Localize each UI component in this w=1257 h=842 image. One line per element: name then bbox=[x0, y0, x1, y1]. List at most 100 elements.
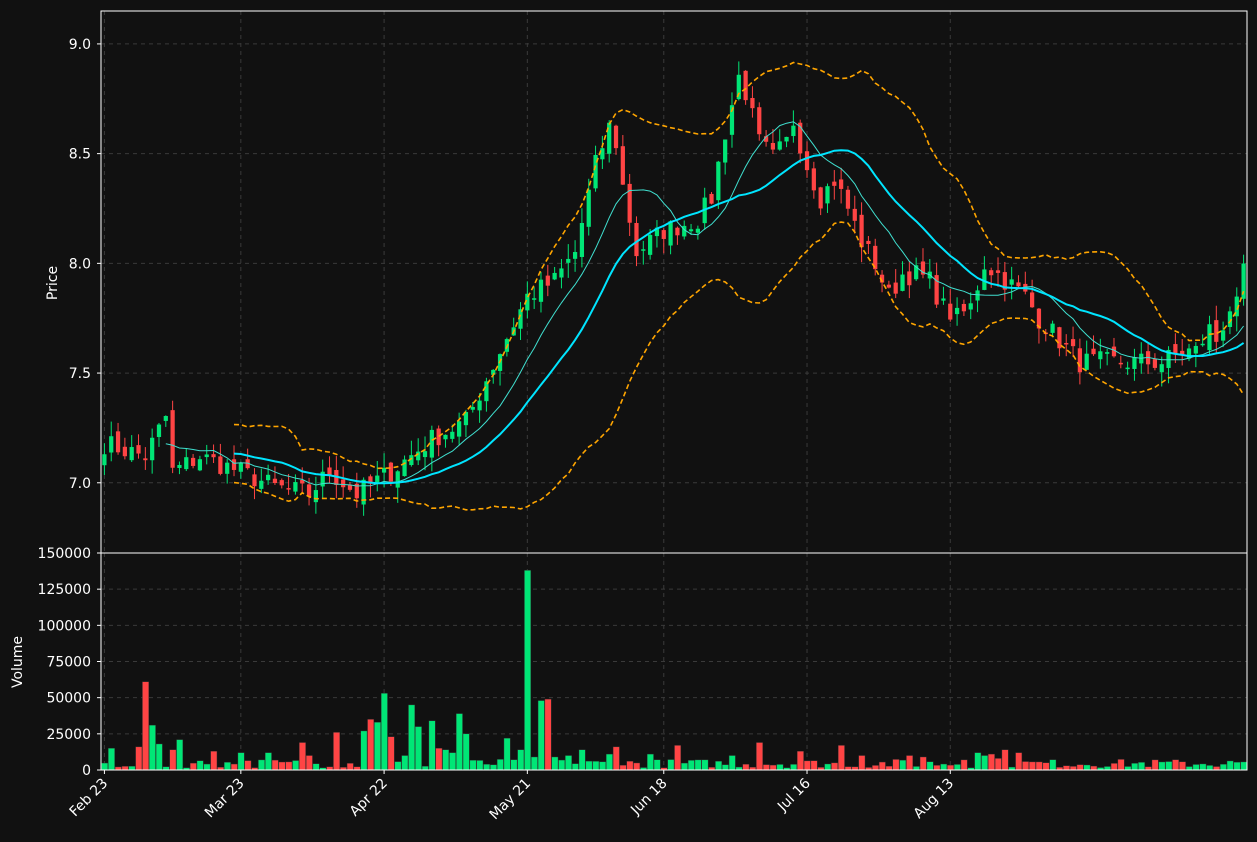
volume-bar bbox=[926, 761, 934, 771]
candle-body bbox=[532, 298, 537, 300]
volume-bar bbox=[203, 763, 211, 771]
volume-bar bbox=[456, 713, 463, 771]
candle-body bbox=[252, 474, 257, 487]
candle-body bbox=[184, 457, 189, 470]
candle-body bbox=[115, 431, 121, 453]
volume-bar bbox=[346, 763, 354, 771]
volume-bar bbox=[380, 693, 388, 771]
candle-body bbox=[450, 431, 455, 439]
candle-body bbox=[688, 229, 694, 232]
candle-body bbox=[859, 214, 864, 248]
volume-bar bbox=[244, 760, 252, 771]
candle-body bbox=[204, 454, 209, 458]
candlestick-chart: 7.0 7.5 8.0 8.5 9.0 0 25000 50000 75000 100000 12… bbox=[0, 0, 1257, 842]
volume-bar bbox=[128, 766, 136, 771]
volume-bar bbox=[906, 755, 913, 771]
volume-bar bbox=[333, 732, 340, 771]
volume-bar bbox=[940, 763, 948, 771]
candle-body bbox=[757, 107, 762, 135]
candle-body bbox=[1077, 348, 1082, 373]
volume-bar bbox=[933, 765, 941, 771]
candle-body bbox=[286, 488, 291, 490]
candle-body bbox=[143, 458, 148, 461]
volume-bar bbox=[1029, 761, 1036, 771]
candle bbox=[170, 400, 175, 474]
candle-body bbox=[845, 189, 851, 209]
volume-bar bbox=[1001, 749, 1009, 771]
volume-bar bbox=[537, 700, 545, 771]
volume-bar bbox=[374, 722, 381, 771]
candle-body bbox=[422, 451, 428, 458]
volume-bar bbox=[810, 760, 818, 771]
candle-body bbox=[156, 424, 162, 437]
candle-body bbox=[600, 148, 605, 160]
candle-body bbox=[231, 459, 237, 470]
volume-bar bbox=[469, 760, 477, 771]
volume-bar bbox=[988, 753, 995, 771]
candle-body bbox=[709, 193, 714, 204]
volume-bar bbox=[476, 760, 484, 771]
volume-bar bbox=[858, 755, 866, 771]
volume-bar bbox=[442, 749, 450, 771]
candle-body bbox=[579, 223, 585, 257]
volume-tick-label: 0 bbox=[82, 763, 91, 779]
candle-body bbox=[1057, 327, 1062, 349]
candle-body bbox=[907, 271, 912, 286]
price-tick-label: 7.5 bbox=[69, 366, 91, 382]
candle-body bbox=[1050, 323, 1055, 333]
volume-bar bbox=[1199, 763, 1207, 771]
volume-bar bbox=[1233, 762, 1241, 771]
volume-bar bbox=[1131, 763, 1139, 771]
volume-bar bbox=[803, 760, 811, 771]
volume-bar bbox=[599, 761, 606, 771]
volume-bar bbox=[503, 737, 511, 771]
volume-bar bbox=[367, 719, 375, 771]
candle-body bbox=[559, 268, 564, 278]
candle-body bbox=[886, 284, 891, 288]
volume-bar bbox=[633, 762, 641, 771]
candle-body bbox=[1207, 324, 1212, 351]
candle-body bbox=[804, 151, 810, 171]
volume-bar bbox=[1049, 759, 1057, 771]
candle-body bbox=[975, 290, 980, 301]
volume-bar bbox=[1165, 761, 1173, 771]
candle-body bbox=[109, 436, 114, 453]
volume-bar bbox=[899, 759, 907, 771]
volume-bar bbox=[947, 764, 954, 771]
candle-body bbox=[266, 474, 271, 481]
volume-bar bbox=[701, 759, 709, 771]
volume-bar bbox=[1158, 761, 1166, 771]
candle-body bbox=[566, 258, 571, 263]
candle-body bbox=[211, 454, 216, 458]
volume-bar bbox=[919, 756, 927, 771]
volume-bar bbox=[994, 758, 1002, 771]
candle-body bbox=[572, 252, 578, 259]
candle-body bbox=[1200, 343, 1205, 346]
volume-bar bbox=[1172, 759, 1179, 771]
volume-bar bbox=[756, 742, 763, 771]
candle-body bbox=[102, 454, 107, 466]
candle-body bbox=[852, 208, 857, 221]
candle-body bbox=[477, 400, 482, 411]
volume-bar bbox=[237, 752, 245, 771]
volume-bar bbox=[224, 762, 231, 771]
volume-bar bbox=[196, 760, 204, 771]
volume-bar bbox=[647, 753, 654, 771]
candle-body bbox=[190, 457, 196, 466]
volume-bar bbox=[762, 764, 770, 771]
volume-bar bbox=[687, 760, 695, 771]
volume-bar bbox=[524, 570, 531, 771]
volume-bar bbox=[885, 766, 893, 771]
volume-bar bbox=[612, 746, 620, 771]
volume-bar bbox=[496, 759, 504, 771]
candle-body bbox=[170, 410, 175, 468]
volume-bar bbox=[892, 759, 900, 771]
candle-body bbox=[750, 98, 755, 109]
volume-bar bbox=[653, 759, 661, 771]
volume-bar bbox=[1138, 762, 1145, 771]
volume-bar bbox=[531, 756, 538, 771]
volume-bar bbox=[1063, 765, 1070, 771]
volume-bar bbox=[1206, 765, 1214, 771]
volume-bar bbox=[1069, 766, 1077, 771]
volume-bar bbox=[121, 766, 129, 771]
